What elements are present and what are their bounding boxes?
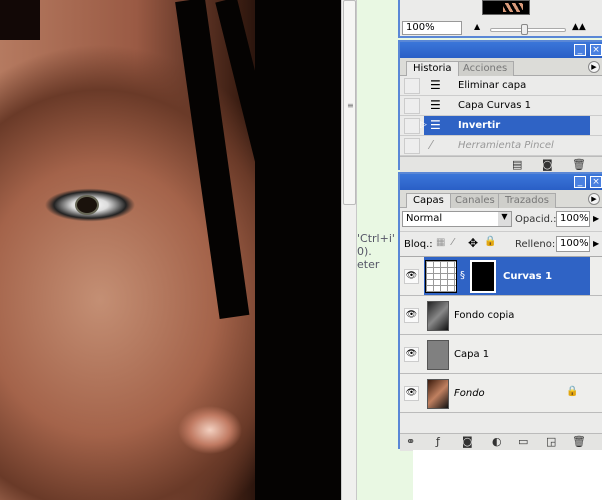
fill-arrow-icon[interactable]: ▶ (593, 239, 599, 248)
background-text: 'Ctrl+i' 0). eter (357, 232, 395, 271)
opacity-arrow-icon[interactable]: ▶ (593, 214, 599, 223)
blend-mode-select[interactable]: Normal ▼ (402, 211, 512, 227)
close-icon[interactable]: × (590, 176, 602, 188)
trash-icon[interactable]: 🗑 (572, 158, 586, 171)
canvas-image[interactable] (0, 0, 341, 500)
minimize-icon[interactable]: _ (574, 176, 586, 188)
minimize-icon[interactable]: _ (574, 44, 586, 56)
zoom-field[interactable]: 100% (402, 21, 462, 35)
zoom-in-icon[interactable]: ▲▲ (572, 22, 586, 32)
visibility-eye-icon[interactable]: 👁 (404, 347, 419, 362)
text-line: 0). (357, 245, 372, 258)
history-item-selected[interactable]: ▷ ☰ Invertir (400, 116, 602, 136)
lock-icon: 🔒 (566, 386, 579, 397)
opacity-field[interactable]: 100% (556, 211, 590, 227)
layer-thumbnail (427, 301, 449, 331)
layer-row-curvas-1[interactable]: 👁 § Curvas 1 (400, 257, 602, 296)
zoom-out-icon[interactable]: ▲ (474, 22, 480, 31)
history-item-label: Eliminar capa (458, 80, 527, 91)
fill-label: Relleno: (515, 239, 556, 250)
new-layer-icon[interactable]: ◲ (546, 435, 556, 448)
blank-area (413, 450, 602, 500)
tab-trazados[interactable]: Trazados (498, 193, 556, 208)
layer-name: Fondo copia (454, 310, 515, 321)
history-panel: _ × Historia Acciones ▶ ☰ Eliminar capa ☰… (398, 40, 602, 173)
trash-icon[interactable]: 🗑 (572, 435, 586, 448)
tab-historia[interactable]: Historia (406, 61, 459, 76)
curves-adjustment-icon (425, 260, 457, 293)
visibility-eye-icon[interactable]: 👁 (404, 308, 419, 323)
zoom-slider[interactable] (490, 28, 566, 32)
snapshot-camera-icon[interactable]: ◙ (542, 158, 553, 171)
scrollbar-thumb[interactable]: ≡ (343, 0, 356, 205)
eye-iris (75, 195, 99, 215)
history-item[interactable]: ☰ Eliminar capa (400, 76, 602, 96)
tab-acciones[interactable]: Acciones (456, 61, 515, 76)
layer-thumbnail (427, 379, 449, 409)
history-state-icon: ☰ (430, 78, 441, 92)
visibility-eye-icon[interactable]: 👁 (404, 269, 419, 284)
chevron-down-icon: ▼ (498, 212, 511, 226)
tab-capas[interactable]: Capas (406, 193, 451, 208)
zoom-slider-handle[interactable] (521, 24, 528, 35)
layer-row-fondo-copia[interactable]: 👁 Fondo copia (400, 296, 602, 335)
history-state-icon: ☰ (430, 118, 441, 132)
vertical-scrollbar[interactable]: ≡ (341, 0, 357, 500)
layers-panel: _ × Capas Canales Trazados ▶ Normal ▼ Opa… (398, 172, 602, 451)
layer-style-icon[interactable]: ƒ (436, 435, 440, 448)
fill-field[interactable]: 100% (556, 236, 590, 252)
history-item-label: Invertir (458, 120, 501, 131)
add-mask-icon[interactable]: ◙ (462, 435, 473, 448)
opacity-label: Opacid.: (515, 214, 557, 225)
layer-name: Curvas 1 (503, 271, 553, 282)
text-line: eter (357, 258, 380, 271)
history-pointer-icon: ▷ (420, 120, 427, 130)
layer-thumbnail (427, 340, 449, 370)
hair-strand (255, 0, 341, 500)
layer-mask-thumbnail[interactable] (470, 260, 496, 293)
lock-brush-icon[interactable]: ⁄ (452, 237, 454, 248)
new-group-icon[interactable]: ▭ (518, 435, 528, 448)
history-item[interactable]: ⁄ Herramienta Pincel (400, 136, 602, 156)
adjustment-layer-icon[interactable]: ◐ (492, 435, 502, 448)
close-icon[interactable]: × (590, 44, 602, 56)
layers-titlebar[interactable]: _ × (400, 174, 602, 190)
visibility-eye-icon[interactable]: 👁 (404, 386, 419, 401)
history-state-icon: ☰ (430, 98, 441, 112)
history-item-label: Herramienta Pincel (458, 140, 554, 151)
layer-row-capa-1[interactable]: 👁 Capa 1 (400, 335, 602, 374)
layer-name: Fondo (454, 388, 485, 399)
lock-label: Bloq.: (404, 239, 433, 250)
navigator-preview[interactable] (482, 0, 530, 15)
layer-row-fondo[interactable]: 👁 Fondo 🔒 (400, 374, 602, 413)
layer-name: Capa 1 (454, 349, 490, 360)
history-item[interactable]: ☰ Capa Curvas 1 (400, 96, 602, 116)
panel-menu-icon[interactable]: ▶ (588, 61, 600, 73)
lock-move-icon[interactable]: ✥ (468, 236, 478, 250)
tab-canales[interactable]: Canales (448, 193, 502, 208)
lock-transparency-icon[interactable]: ▦ (436, 237, 445, 248)
new-document-icon[interactable]: ▤ (512, 158, 522, 171)
navigator-panel: 100% ▲ ▲▲ (398, 0, 602, 38)
history-item-label: Capa Curvas 1 (458, 100, 531, 111)
brush-icon: ⁄ (430, 138, 433, 152)
hair-strand (0, 0, 40, 40)
blend-mode-value: Normal (406, 213, 443, 224)
link-layers-icon[interactable]: ⚭ (406, 435, 415, 448)
lock-all-icon[interactable]: 🔒 (484, 236, 496, 247)
panel-menu-icon[interactable]: ▶ (588, 193, 600, 205)
text-line: 'Ctrl+i' (357, 232, 395, 245)
history-titlebar[interactable]: _ × (400, 42, 602, 58)
link-chain-icon[interactable]: § (460, 270, 465, 281)
